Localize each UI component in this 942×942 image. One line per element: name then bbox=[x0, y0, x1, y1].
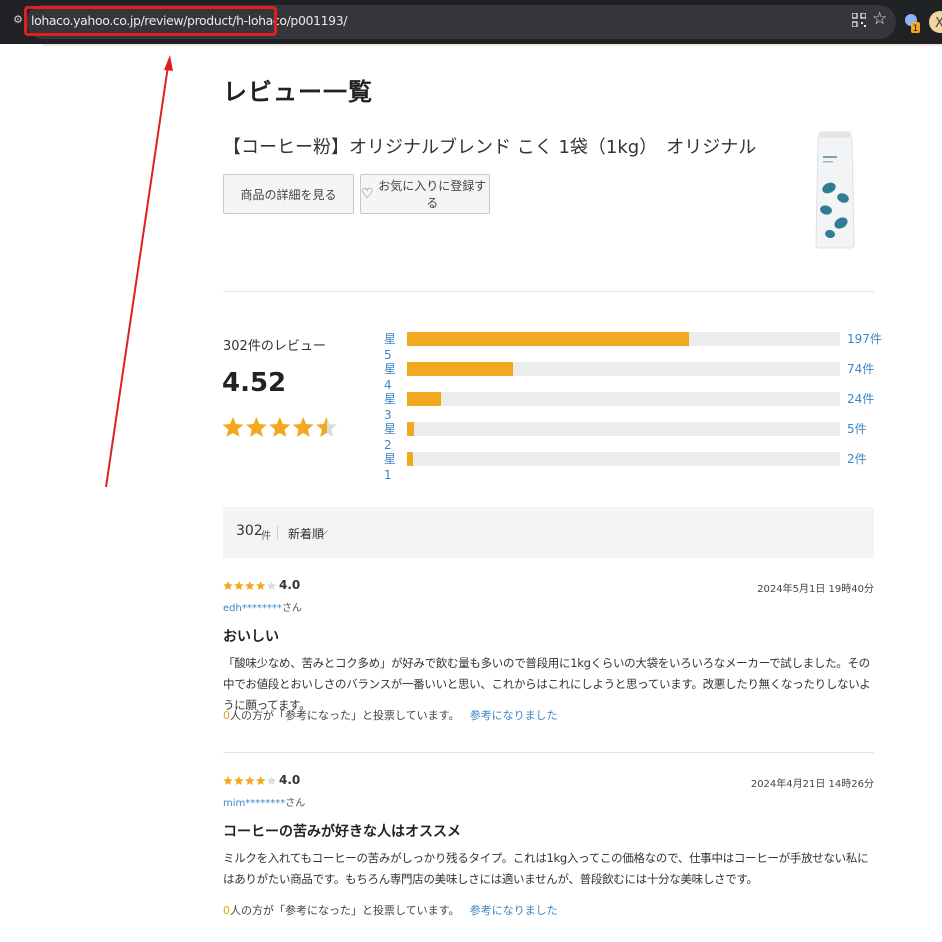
review-star-rating bbox=[223, 581, 277, 591]
helpful-count: 0 bbox=[223, 904, 230, 917]
helpful-vote-link[interactable]: 参考になりました bbox=[470, 904, 558, 917]
rating-bar-track bbox=[407, 422, 840, 436]
rating-bar-fill bbox=[407, 452, 414, 466]
star-icon bbox=[245, 581, 255, 591]
rating-row-label[interactable]: 星5 bbox=[384, 331, 396, 363]
star-icon bbox=[223, 776, 233, 786]
review-date: 2024年5月1日 19時40分 bbox=[757, 584, 874, 595]
extension-icon[interactable]: 1 bbox=[904, 12, 920, 34]
rating-row-count[interactable]: 5件 bbox=[847, 421, 867, 437]
total-review-count: 302 bbox=[236, 523, 263, 539]
add-favorite-button[interactable]: ♡ お気に入りに登録する bbox=[360, 174, 490, 214]
review-user-name[interactable]: edh******** bbox=[223, 603, 282, 614]
page-title: レビュー一覧 bbox=[223, 78, 373, 106]
rating-row-count[interactable]: 197件 bbox=[847, 331, 882, 347]
review-star-rating bbox=[223, 776, 277, 786]
star-icon bbox=[223, 581, 233, 591]
review-user-name[interactable]: mim******** bbox=[223, 798, 285, 809]
total-review-unit: 件 bbox=[261, 531, 271, 542]
rating-row-count[interactable]: 74件 bbox=[847, 361, 874, 377]
rating-row-label[interactable]: 星1 bbox=[384, 451, 396, 483]
star-icon bbox=[255, 581, 266, 591]
product-name: 【コーヒー粉】オリジナルブレンド こく 1袋（1kg） オリジナル bbox=[223, 137, 757, 158]
star-icon bbox=[245, 417, 267, 437]
helpful-count: 0 bbox=[223, 709, 230, 722]
review-score: 4.0 bbox=[279, 773, 301, 787]
average-star-rating bbox=[222, 417, 338, 437]
rating-row-label[interactable]: 星3 bbox=[384, 391, 396, 423]
rating-bar-track bbox=[407, 362, 840, 376]
extension-x-icon[interactable]: X bbox=[928, 10, 942, 34]
rating-bar-track bbox=[407, 332, 840, 346]
star-icon bbox=[266, 581, 277, 591]
rating-row-count[interactable]: 24件 bbox=[847, 391, 874, 407]
rating-row-label[interactable]: 星2 bbox=[384, 421, 396, 453]
review-user: mim********さん bbox=[223, 794, 305, 809]
review-body: ミルクを入れてもコーヒーの苦みがしっかり残るタイプ。これは1kg入ってこの価格な… bbox=[223, 851, 869, 886]
url-highlight-box bbox=[24, 6, 277, 36]
rating-bar-fill bbox=[407, 332, 690, 346]
review-sort-bar: 302 件 新着順 ⌵ bbox=[223, 507, 874, 558]
page-top-border bbox=[42, 44, 942, 46]
star-icon bbox=[292, 417, 314, 437]
star-icon bbox=[255, 776, 266, 786]
review-date: 2024年4月21日 14時26分 bbox=[750, 779, 874, 790]
review-title: おいしい bbox=[223, 629, 279, 645]
review-helpful: 0人の方が「参考になった」と投票しています。 参考になりました bbox=[223, 707, 558, 723]
rating-bar-fill bbox=[407, 392, 442, 406]
rating-bar-track bbox=[407, 452, 840, 466]
review-score: 4.0 bbox=[279, 578, 301, 592]
star-icon bbox=[234, 776, 244, 786]
svg-text:X: X bbox=[935, 16, 942, 31]
review-user-suffix: さん bbox=[281, 603, 302, 614]
helpful-text: 人の方が「参考になった」と投票しています。 bbox=[230, 904, 460, 917]
review-divider bbox=[223, 752, 874, 753]
svg-text:1: 1 bbox=[913, 24, 919, 34]
star-icon bbox=[222, 417, 244, 437]
chevron-down-icon[interactable]: ⌵ bbox=[319, 524, 328, 539]
rating-bar-fill bbox=[407, 362, 514, 376]
sort-separator bbox=[277, 526, 278, 540]
review-count-label: 302件のレビュー bbox=[223, 339, 326, 354]
add-favorite-button-label: お気に入りに登録する bbox=[378, 179, 487, 210]
star-icon bbox=[245, 776, 255, 786]
product-details-button[interactable]: 商品の詳細を見る bbox=[223, 174, 354, 214]
helpful-vote-link[interactable]: 参考になりました bbox=[470, 709, 558, 722]
star-icon bbox=[316, 417, 338, 437]
star-outline-icon[interactable]: ☆ bbox=[872, 9, 887, 29]
product-details-button-label: 商品の詳細を見る bbox=[240, 187, 337, 202]
rating-row-label[interactable]: 星4 bbox=[384, 361, 396, 393]
average-rating: 4.52 bbox=[222, 368, 287, 398]
star-icon bbox=[269, 417, 291, 437]
helpful-text: 人の方が「参考になった」と投票しています。 bbox=[230, 709, 460, 722]
rating-bar-track bbox=[407, 392, 840, 406]
review-user: edh********さん bbox=[223, 599, 302, 614]
star-icon bbox=[234, 581, 244, 591]
qr-code-icon[interactable] bbox=[852, 13, 866, 27]
rating-bar-fill bbox=[407, 422, 415, 436]
rating-row-count[interactable]: 2件 bbox=[847, 451, 867, 467]
product-image[interactable] bbox=[812, 128, 858, 250]
review-title: コーヒーの苦みが好きな人はオススメ bbox=[223, 824, 461, 840]
review-helpful: 0人の方が「参考になった」と投票しています。 参考になりました bbox=[223, 902, 558, 918]
heart-icon: ♡ bbox=[361, 186, 374, 202]
section-divider bbox=[223, 291, 874, 292]
star-icon bbox=[266, 776, 277, 786]
review-user-suffix: さん bbox=[285, 798, 306, 809]
